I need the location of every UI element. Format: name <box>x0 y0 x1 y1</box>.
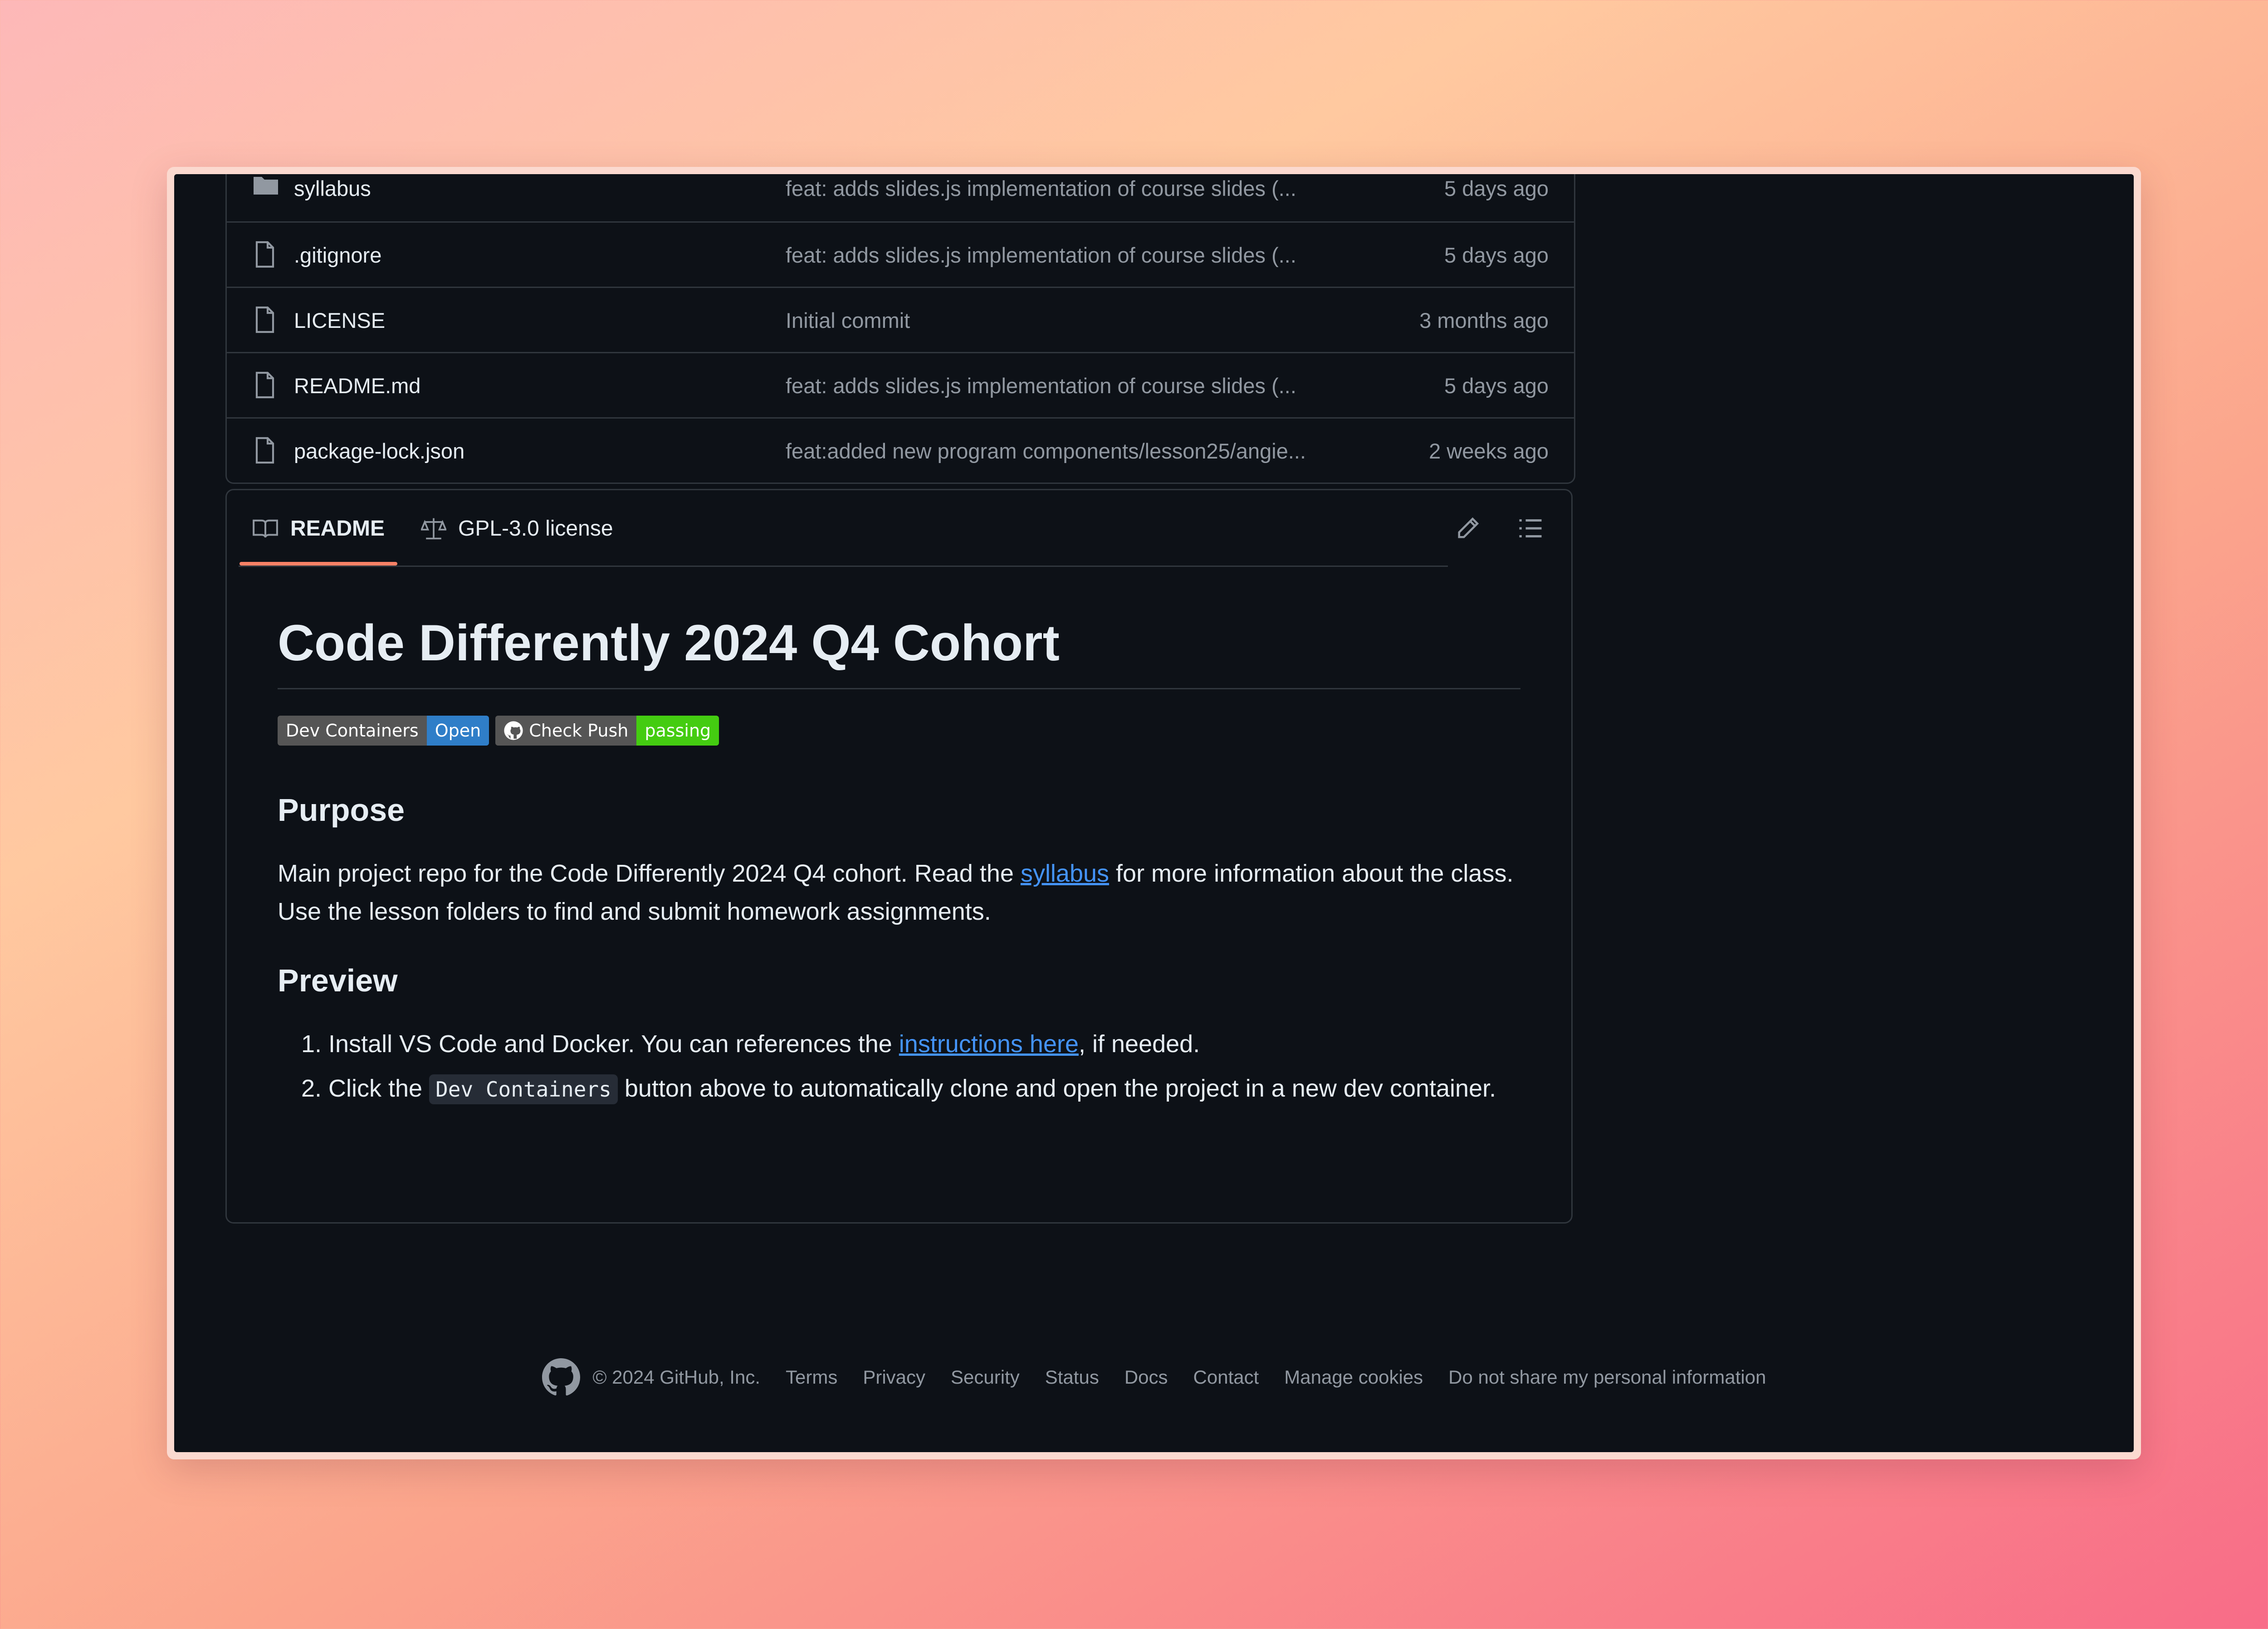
copyright: © 2024 GitHub, Inc. <box>592 1366 760 1388</box>
commit-date: 5 days ago <box>1444 243 1549 267</box>
file-row-readme[interactable]: README.md feat: adds slides.js implement… <box>227 352 1574 417</box>
commit-date: 3 months ago <box>1419 308 1549 332</box>
window-frame: syllabus feat: adds slides.js implementa… <box>167 167 2141 1459</box>
footer-link-contact[interactable]: Contact <box>1193 1366 1259 1388</box>
badges: Dev Containers Open Check Push passing <box>278 716 1520 746</box>
active-tab-indicator <box>240 562 397 566</box>
file-icon <box>255 306 274 333</box>
readme-content: Code Differently 2024 Q4 Cohort Dev Cont… <box>278 613 1520 1115</box>
commit-message[interactable]: feat: adds slides.js implementation of c… <box>786 373 1353 398</box>
tab-license-label: GPL-3.0 license <box>458 516 613 541</box>
badge-label: Dev Containers <box>278 716 427 746</box>
file-name[interactable]: syllabus <box>294 176 371 201</box>
file-row-package-lock[interactable]: package-lock.json feat:added new program… <box>227 417 1574 483</box>
dev-containers-badge[interactable]: Dev Containers Open <box>278 716 489 746</box>
badge-label: Check Push <box>495 716 637 746</box>
footer-link-status[interactable]: Status <box>1045 1366 1099 1388</box>
browser-content: syllabus feat: adds slides.js implementa… <box>174 174 2134 1452</box>
preview-steps: Install VS Code and Docker. You can refe… <box>278 1025 1520 1108</box>
file-row-license[interactable]: LICENSE Initial commit 3 months ago <box>227 287 1574 352</box>
footer-link-manage-cookies[interactable]: Manage cookies <box>1284 1366 1423 1388</box>
step-text-end: , if needed. <box>1079 1030 1200 1058</box>
step-text: Click the <box>328 1075 430 1102</box>
purpose-heading: Purpose <box>278 792 405 828</box>
commit-date: 2 weeks ago <box>1429 439 1549 463</box>
scale-icon <box>421 518 446 540</box>
folder-icon <box>254 177 278 195</box>
purpose-text: Main project repo for the Code Different… <box>278 860 1021 888</box>
readme-title: Code Differently 2024 Q4 Cohort <box>278 613 1520 690</box>
github-icon <box>504 721 523 741</box>
footer-link-privacy[interactable]: Privacy <box>863 1366 925 1388</box>
file-icon <box>255 241 274 268</box>
github-logo-icon[interactable] <box>542 1358 580 1396</box>
commit-date: 5 days ago <box>1444 176 1549 200</box>
tabs-divider <box>239 566 1448 567</box>
step-text-end: button above to automatically clone and … <box>617 1075 1496 1102</box>
file-row-syllabus[interactable]: syllabus feat: adds slides.js implementa… <box>227 174 1574 221</box>
commit-message[interactable]: Initial commit <box>786 308 1353 333</box>
commit-message[interactable]: feat: adds slides.js implementation of c… <box>786 243 1353 268</box>
book-icon <box>253 519 278 538</box>
file-name[interactable]: README.md <box>294 373 420 398</box>
list-item: Click the Dev Containers button above to… <box>328 1069 1520 1108</box>
tab-readme-label: README <box>290 516 385 541</box>
file-row-gitignore[interactable]: .gitignore feat: adds slides.js implemen… <box>227 221 1574 287</box>
commit-date: 5 days ago <box>1444 374 1549 398</box>
check-push-badge[interactable]: Check Push passing <box>495 716 719 746</box>
badge-value: passing <box>636 716 719 746</box>
step-text: Install VS Code and Docker. You can refe… <box>328 1030 899 1058</box>
readme-tabs: README GPL-3.0 license <box>227 490 1571 567</box>
tab-readme[interactable]: README <box>252 514 385 543</box>
footer-link-do-not-share[interactable]: Do not share my personal information <box>1448 1366 1766 1388</box>
pencil-icon[interactable] <box>1455 516 1481 541</box>
page-footer: © 2024 GitHub, Inc. Terms Privacy Securi… <box>174 1357 2134 1398</box>
badge-label-text: Check Push <box>529 721 629 741</box>
syllabus-link[interactable]: syllabus <box>1021 860 1109 887</box>
preview-heading: Preview <box>278 963 398 999</box>
file-name[interactable]: package-lock.json <box>294 439 464 463</box>
list-item: Install VS Code and Docker. You can refe… <box>328 1025 1520 1063</box>
list-icon[interactable] <box>1517 516 1544 541</box>
instructions-link[interactable]: instructions here <box>899 1030 1079 1058</box>
file-icon <box>255 371 274 399</box>
file-name[interactable]: .gitignore <box>294 243 381 268</box>
tab-license[interactable]: GPL-3.0 license <box>421 514 613 543</box>
footer-link-security[interactable]: Security <box>951 1366 1020 1388</box>
footer-link-terms[interactable]: Terms <box>786 1366 837 1388</box>
readme-panel: README GPL-3.0 license Code Differently … <box>225 489 1573 1224</box>
file-icon <box>255 437 274 464</box>
file-name[interactable]: LICENSE <box>294 308 385 333</box>
footer-link-docs[interactable]: Docs <box>1124 1366 1168 1388</box>
purpose-paragraph: Main project repo for the Code Different… <box>278 854 1520 931</box>
file-list: syllabus feat: adds slides.js implementa… <box>225 174 1575 484</box>
commit-message[interactable]: feat:added new program components/lesson… <box>786 439 1353 463</box>
inline-code: Dev Containers <box>429 1074 618 1105</box>
commit-message[interactable]: feat: adds slides.js implementation of c… <box>786 176 1353 201</box>
badge-value: Open <box>426 716 489 746</box>
